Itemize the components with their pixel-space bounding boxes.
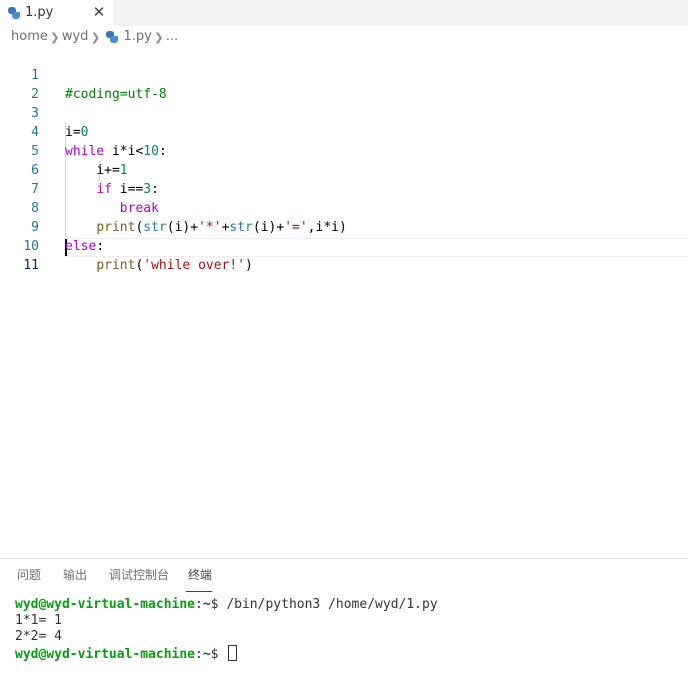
terminal-cursor <box>228 645 238 661</box>
breadcrumb-item-file[interactable]: 1.py <box>102 28 152 46</box>
code-token: print <box>96 258 136 273</box>
terminal-user-host: wyd@wyd-virtual-machine <box>15 597 196 612</box>
code-token: ) <box>245 258 253 273</box>
code-line: 10 print('while over!') <box>0 218 688 273</box>
python-file-icon <box>8 7 20 19</box>
tab-output[interactable]: 输出 <box>63 560 87 592</box>
code-token: 'while over!' <box>143 258 246 273</box>
code-editor[interactable]: 1 #coding=utf-8 2 3 i=0 4 while i*i<10: … <box>0 47 688 557</box>
terminal-output-line: 2*2= 4 <box>15 629 62 644</box>
terminal-prompt: $ <box>210 647 227 662</box>
code-line: 2 <box>0 66 688 102</box>
line-number: 11 <box>23 258 39 273</box>
code-line: 3 i=0 <box>0 85 688 140</box>
terminal-path: ~ <box>202 647 211 662</box>
active-tab-indicator <box>186 591 212 592</box>
breadcrumb-item-symbols[interactable]: ... <box>166 28 178 46</box>
code-line: 4 while i*i<10: <box>0 104 688 159</box>
panel-divider <box>0 558 688 559</box>
python-file-icon <box>106 31 119 43</box>
code-line: 9 else: <box>0 199 688 254</box>
code-line: 11 <box>0 237 688 273</box>
code-line: 5 i+=1 <box>0 123 688 178</box>
close-icon[interactable]: ✕ <box>92 5 106 20</box>
chevron-right-icon: ❯ <box>50 30 60 44</box>
code-line: 6 if i==3: <box>0 142 688 197</box>
tab-label: 1.py <box>25 5 54 20</box>
chevron-right-icon: ❯ <box>90 30 101 44</box>
tab-problems[interactable]: 问题 <box>17 560 41 592</box>
terminal-command: /bin/python3 /home/wyd/1.py <box>226 597 438 612</box>
code-line: 1 #coding=utf-8 <box>0 47 688 102</box>
terminal-colon: : <box>195 647 203 662</box>
editor-tab-bar: 1.py ✕ <box>0 0 688 26</box>
tab-debug-console[interactable]: 调试控制台 <box>109 560 169 592</box>
tab-terminal[interactable]: 终端 <box>188 560 212 592</box>
terminal-output-line: 1*1= 1 <box>15 613 62 628</box>
breadcrumb-item-home[interactable]: home <box>11 28 48 46</box>
code-line: 8 print(str(i)+'*'+str(i)+'=',i*i) <box>0 180 688 235</box>
terminal-user-host: wyd@wyd-virtual-machine <box>15 647 196 662</box>
code-line: 7 break <box>0 161 688 216</box>
panel-tab-bar: 问题 输出 调试控制台 终端 <box>0 560 688 592</box>
breadcrumb-file-label: 1.py <box>123 29 152 44</box>
breadcrumb: home ❯ wyd ❯ 1.py ❯ ... <box>0 28 688 46</box>
terminal-path: ~ <box>202 597 211 612</box>
terminal[interactable]: wyd@wyd-virtual-machine:~$ /bin/python3 … <box>15 597 685 662</box>
terminal-line: wyd@wyd-virtual-machine:~$ /bin/python3 … <box>15 597 685 613</box>
terminal-colon: : <box>195 597 203 612</box>
terminal-prompt: $ <box>210 597 227 612</box>
editor-tab-1py[interactable]: 1.py ✕ <box>0 0 113 26</box>
vscode-window: 1.py ✕ home ❯ wyd ❯ 1.py ❯ ... 1 #coding… <box>0 0 688 683</box>
chevron-right-icon: ❯ <box>154 30 164 44</box>
breadcrumb-item-wyd[interactable]: wyd <box>62 28 89 46</box>
terminal-line: wyd@wyd-virtual-machine:~$ <box>15 645 685 662</box>
